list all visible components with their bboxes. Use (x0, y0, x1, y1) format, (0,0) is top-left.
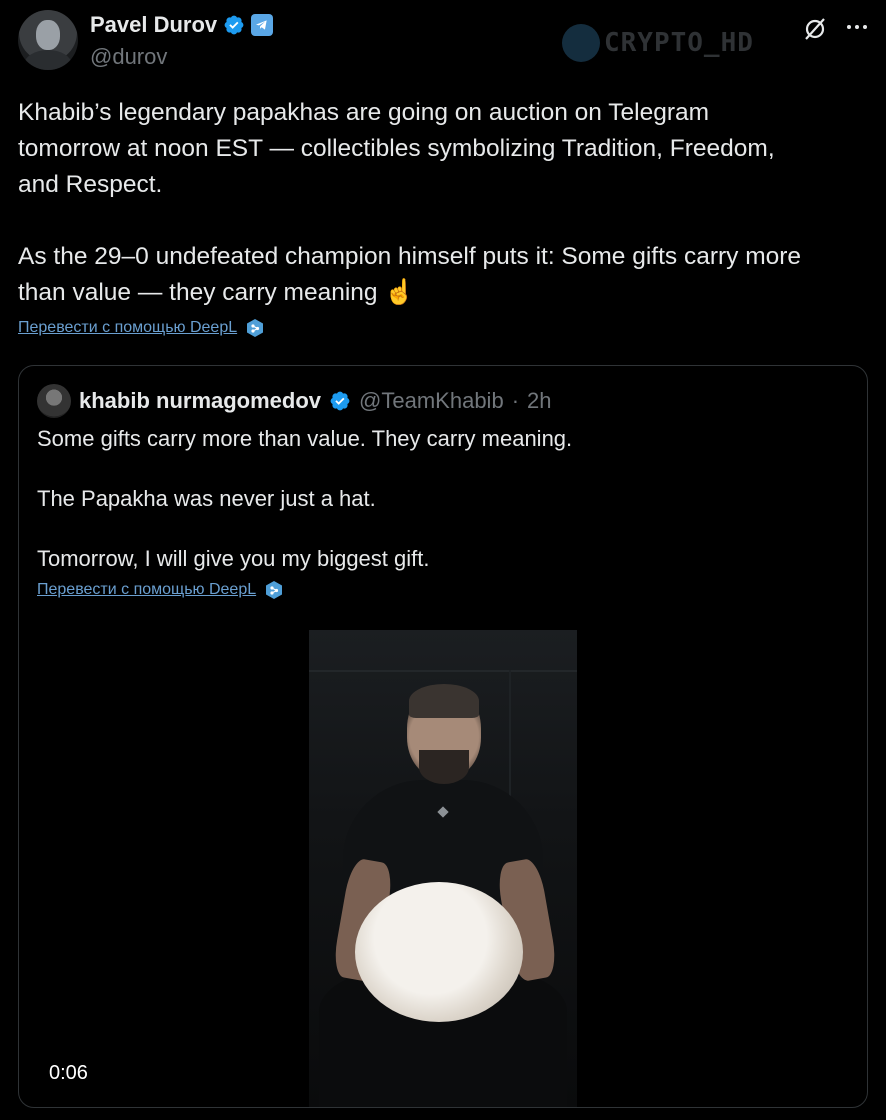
more-icon[interactable] (844, 14, 870, 40)
verified-icon[interactable] (223, 14, 245, 36)
translate-link[interactable]: Перевести с помощью DeepL (18, 319, 237, 337)
quoted-text: Some gifts carry more than value. They c… (37, 426, 573, 571)
watermark-logo-icon (562, 24, 600, 62)
avatar-body (24, 50, 72, 70)
author-avatar[interactable] (18, 10, 78, 70)
deepl-icon[interactable] (245, 318, 265, 338)
quoted-tweet-card[interactable]: khabib nurmagomedov @TeamKhabib · 2h Som… (18, 365, 868, 1108)
quoted-avatar[interactable] (37, 384, 71, 418)
translate-row: Перевести с помощью DeepL (18, 318, 265, 338)
video-timestamp: 0:06 (49, 1062, 88, 1084)
deepl-icon[interactable] (264, 580, 284, 600)
quoted-display-name[interactable]: khabib nurmagomedov (79, 388, 321, 414)
tweet-header: Pavel Durov @durov CRYPTO_HD (18, 10, 868, 70)
grok-icon[interactable] (802, 16, 828, 42)
tweet-text: Khabib’s legendary papakhas are going on… (18, 99, 802, 306)
quoted-handle[interactable]: @TeamKhabib (359, 388, 504, 414)
watermark-text: CRYPTO_HD (604, 28, 754, 58)
quoted-time[interactable]: 2h (527, 388, 551, 414)
quoted-translate-link[interactable]: Перевести с помощью DeepL (37, 581, 256, 599)
video-person-beard (419, 750, 469, 784)
video-papakha-hat (355, 882, 523, 1022)
quoted-separator: · (511, 388, 520, 413)
verified-icon[interactable] (329, 390, 351, 412)
video-person-hair (409, 684, 479, 718)
quoted-header: khabib nurmagomedov @TeamKhabib · 2h (37, 384, 552, 418)
telegram-icon[interactable] (251, 14, 274, 36)
author-handle[interactable]: @durov (90, 44, 167, 70)
video-background-shelf (309, 670, 577, 672)
avatar-face (36, 20, 60, 50)
quoted-translate-row: Перевести с помощью DeepL (37, 580, 284, 600)
author-name-row: Pavel Durov (90, 12, 274, 38)
video-player[interactable] (309, 630, 577, 1107)
watermark: CRYPTO_HD (562, 24, 754, 62)
author-display-name[interactable]: Pavel Durov (90, 12, 217, 38)
